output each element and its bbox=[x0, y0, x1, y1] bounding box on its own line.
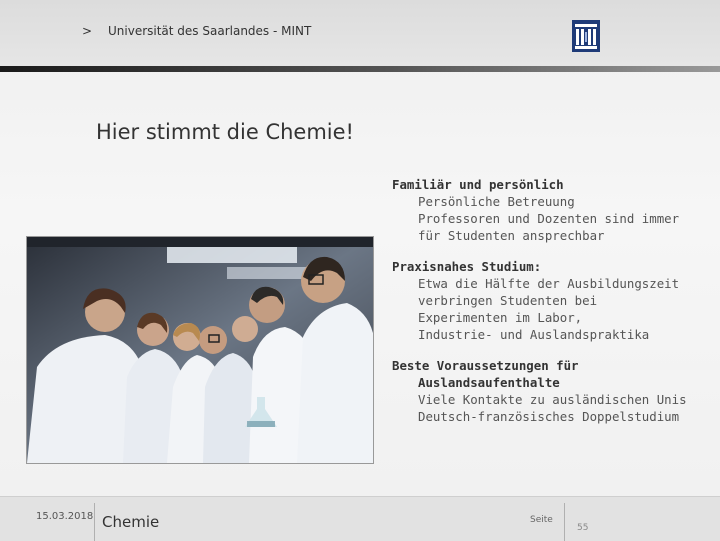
bullet-line: Professoren und Dozenten sind immer bbox=[418, 211, 680, 226]
header-divider bbox=[0, 66, 720, 72]
bullet-heading-continued: Auslandsaufenthalte bbox=[418, 375, 560, 390]
bullet-block-abroad: Beste Voraussetzungen für Auslandsaufent… bbox=[392, 357, 712, 425]
bullet-heading: Familiär und persönlich bbox=[392, 177, 564, 192]
bullet-line: Viele Kontakte zu ausländischen Unis bbox=[418, 392, 687, 407]
footer-divider bbox=[564, 503, 565, 541]
footer-topic: Chemie bbox=[102, 513, 160, 531]
bullet-line: für Studenten ansprechbar bbox=[418, 228, 605, 243]
footer-page-label: Seite bbox=[530, 515, 553, 525]
footer-bar: 15.03.2018 Chemie Seite 55 bbox=[0, 496, 720, 541]
bullet-line: Etwa die Hälfte der Ausbildungszeit bbox=[418, 276, 680, 291]
bullet-line: Persönliche Betreuung bbox=[418, 194, 575, 209]
bullet-line: Deutsch-französisches Doppelstudium bbox=[418, 409, 680, 424]
bullet-block-practice: Praxisnahes Studium: Etwa die Hälfte der… bbox=[392, 258, 712, 343]
header-title: Universität des Saarlandes - MINT bbox=[108, 24, 312, 38]
breadcrumb-chevron: > bbox=[82, 24, 93, 38]
bullet-block-familiar: Familiär und persönlich Persönliche Betr… bbox=[392, 176, 712, 244]
header-bar: > Universität des Saarlandes - MINT bbox=[0, 0, 720, 66]
slide-title: Hier stimmt die Chemie! bbox=[96, 120, 354, 144]
footer-date: 15.03.2018 bbox=[36, 511, 94, 522]
footer-divider bbox=[94, 503, 95, 541]
bullet-list: Familiär und persönlich Persönliche Betr… bbox=[392, 176, 712, 439]
bullet-line: Industrie- und Auslandspraktika bbox=[418, 327, 650, 342]
bullet-line: Experimenten im Labor, bbox=[418, 310, 583, 325]
footer-page-number: 55 bbox=[577, 523, 589, 533]
bullet-heading: Beste Voraussetzungen für bbox=[392, 358, 579, 373]
bullet-line: verbringen Studenten bei bbox=[418, 293, 598, 308]
bullet-heading: Praxisnahes Studium: bbox=[392, 259, 542, 274]
lab-students-photo bbox=[26, 236, 374, 464]
university-logo-icon bbox=[572, 20, 600, 52]
